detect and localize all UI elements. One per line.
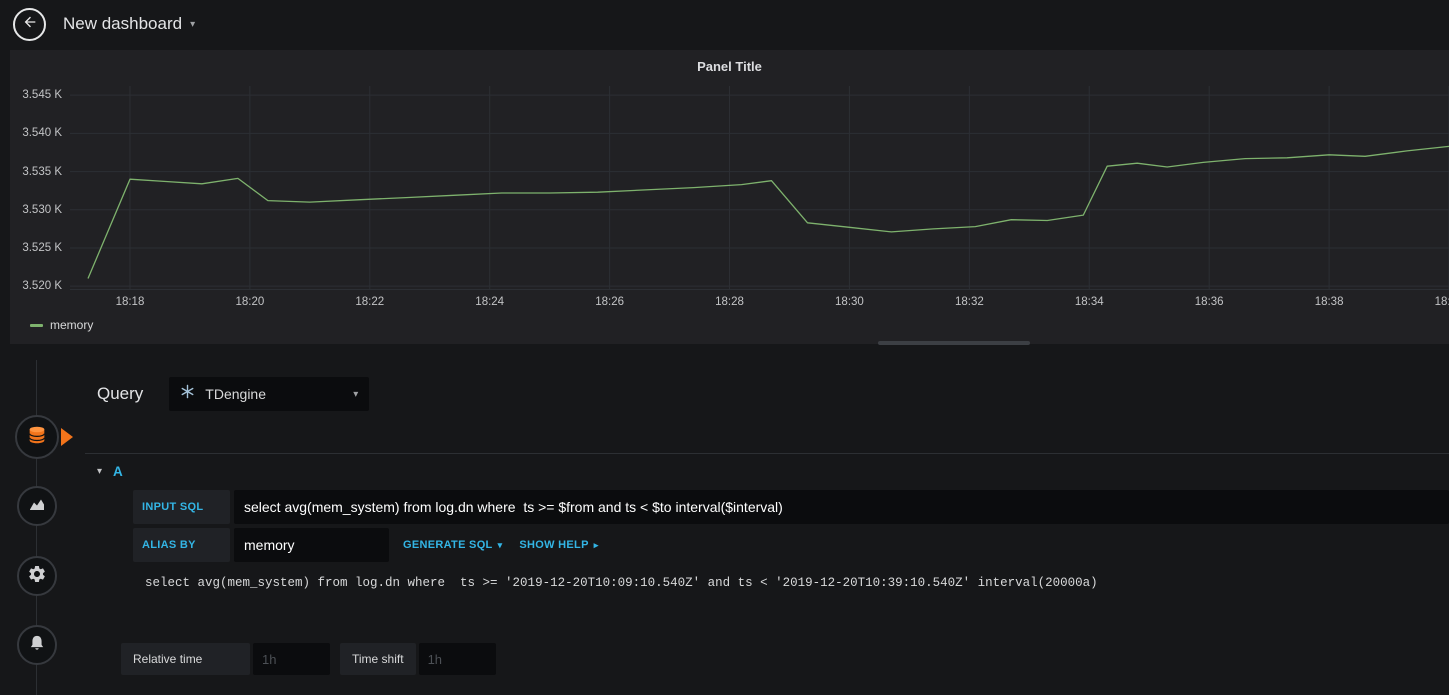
panel-title[interactable]: Panel Title [10, 59, 1449, 74]
legend-swatch-memory [30, 323, 43, 327]
query-row-a: ▾ A INPUT SQL ALIAS BY GENERATE SQL ▾ SH… [85, 453, 1449, 608]
x-tick-label: 18:18 [115, 296, 145, 308]
datasource-caret-down-icon: ▾ [353, 388, 359, 400]
y-tick-label: 3.545 K [22, 89, 62, 102]
alias-by-label: ALIAS BY [133, 528, 230, 562]
bell-icon [27, 633, 47, 658]
x-tick-label: 18:30 [835, 296, 864, 308]
x-tick-label: 18:20 [235, 296, 265, 308]
gear-icon [27, 564, 47, 589]
x-tick-label: 18:26 [595, 296, 624, 308]
query-ref-letter: A [113, 463, 123, 479]
collapse-caret-down-icon[interactable]: ▾ [97, 466, 102, 477]
x-tick-label: 18:24 [475, 296, 505, 308]
y-tick-label: 3.525 K [22, 241, 62, 254]
legend-label-memory[interactable]: memory [50, 318, 93, 332]
y-tick-label: 3.540 K [22, 127, 62, 140]
generated-sql-preview: select avg(mem_system) from log.dn where… [145, 576, 1098, 590]
input-sql-row: INPUT SQL [133, 490, 1449, 524]
series-line-memory [87, 145, 1449, 279]
chart-canvas [70, 86, 1449, 290]
sidebar-tab-alert[interactable] [17, 625, 57, 665]
sidebar-tab-general[interactable] [17, 556, 57, 596]
y-tick-label: 3.535 K [22, 165, 62, 178]
x-tick-label: 18:36 [1194, 296, 1224, 308]
query-row-header[interactable]: ▾ A [85, 456, 1449, 486]
x-tick-label: 18:40 [1434, 296, 1449, 308]
x-tick-label: 18:22 [355, 296, 385, 308]
sidebar-tab-queries[interactable] [15, 415, 59, 459]
chart-legend: memory [30, 318, 93, 332]
grafana-panel-edit-screen: New dashboard ▾ Panel Title 3.520 K 3.525… [0, 0, 1449, 695]
x-tick-label: 18:34 [1074, 296, 1104, 308]
chart-panel: Panel Title 3.520 K 3.525 K 3.530 K 3.535 K… [10, 50, 1449, 344]
generate-sql-button[interactable]: GENERATE SQL ▾ [403, 539, 502, 551]
time-shift-label: Time shift [340, 643, 416, 675]
database-icon [26, 424, 48, 451]
relative-time-label: Relative time [121, 643, 250, 675]
time-options-row: Relative time Time shift [121, 643, 496, 675]
dashboard-title[interactable]: New dashboard [63, 14, 182, 34]
y-tick-label: 3.530 K [22, 203, 62, 216]
show-help-label: SHOW HELP [519, 539, 589, 551]
back-button[interactable] [13, 7, 46, 41]
arrow-left-icon [22, 14, 38, 35]
input-sql-field[interactable] [234, 490, 1449, 524]
tdengine-logo-icon [180, 384, 195, 404]
top-navbar: New dashboard ▾ [0, 0, 1449, 48]
datasource-picker[interactable]: TDengine ▾ [169, 377, 370, 411]
time-shift-input[interactable] [418, 643, 496, 675]
show-help-button[interactable]: SHOW HELP ▸ [519, 539, 598, 551]
alias-by-field[interactable] [234, 528, 389, 562]
chart-plot [70, 86, 1449, 290]
x-tick-label: 18:32 [954, 296, 984, 308]
datasource-selected-value: TDengine [205, 386, 266, 402]
x-tick-label: 18:28 [715, 296, 744, 308]
query-section-header: Query TDengine ▾ [97, 377, 370, 411]
active-tab-arrow-icon [61, 428, 73, 446]
input-sql-label: INPUT SQL [133, 490, 230, 524]
generate-sql-caret-down-icon: ▾ [497, 539, 503, 550]
chart-icon [27, 494, 47, 519]
query-form: INPUT SQL ALIAS BY GENERATE SQL ▾ SHOW H… [85, 490, 1449, 562]
alias-by-row: ALIAS BY GENERATE SQL ▾ SHOW HELP ▸ [133, 528, 1449, 562]
dashboard-title-caret-down-icon[interactable]: ▾ [190, 19, 195, 30]
x-axis-labels: 18:18 18:20 18:22 18:24 18:26 18:28 18:30 18:32… [70, 296, 1449, 312]
sidebar-tab-visualization[interactable] [17, 486, 57, 526]
y-axis-labels: 3.520 K 3.525 K 3.530 K 3.535 K 3.540 K 3.545… [10, 86, 62, 293]
relative-time-input[interactable] [253, 643, 330, 675]
show-help-caret-right-icon: ▸ [593, 539, 599, 550]
y-tick-label: 3.520 K [22, 280, 62, 293]
x-tick-label: 18:38 [1314, 296, 1344, 308]
query-section-title: Query [97, 384, 144, 403]
generate-sql-label: GENERATE SQL [403, 539, 493, 551]
horizontal-scrollbar[interactable] [878, 341, 1030, 345]
